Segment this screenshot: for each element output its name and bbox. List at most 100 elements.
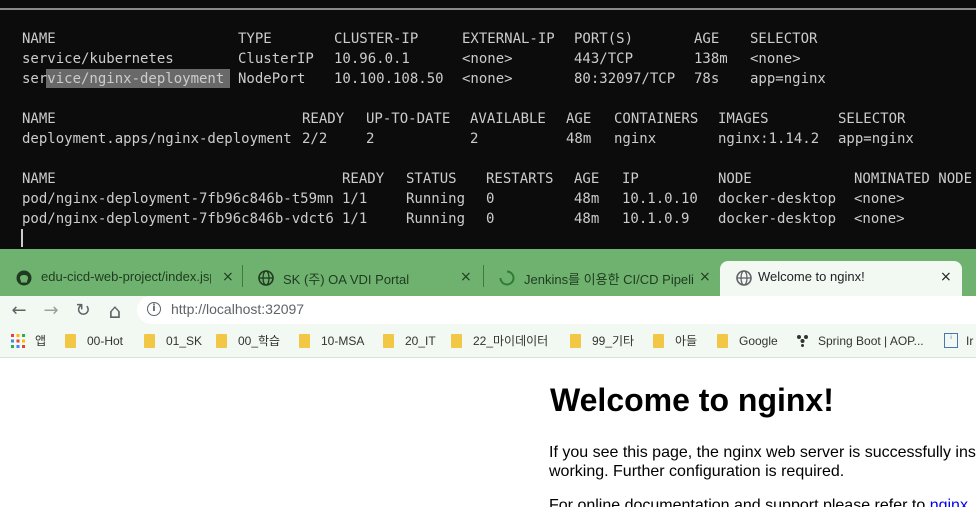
term-cell: service/kubernetes [22, 51, 174, 67]
bookmark-label: 01_SK [166, 334, 203, 348]
term-cell: 10.1.0.9 [622, 211, 690, 227]
term-cell: 48m [574, 211, 600, 227]
bookmark-label: 앱 [35, 334, 47, 348]
term-cell: deployment.apps/nginx-deployment [22, 131, 292, 147]
nginx-link[interactable]: nginx [930, 497, 968, 507]
folder-icon [451, 334, 462, 348]
paragraph-docs: For online documentation and support ple… [549, 496, 968, 507]
term-cell: READY [302, 111, 345, 127]
term-cell: <none> [462, 51, 513, 67]
info-icon[interactable]: i [147, 302, 161, 316]
loading-icon [499, 270, 515, 286]
bookmark-label: 22_마이데이터 [473, 334, 549, 348]
term-cell: SELECTOR [750, 31, 818, 47]
term-cell: READY [342, 171, 385, 187]
tab-vdi-portal[interactable]: SK (주) OA VDI Portal × [242, 261, 483, 296]
terminal-window[interactable]: NAME TYPE CLUSTER-IP EXTERNAL-IP PORT(S)… [0, 0, 976, 249]
term-cell: TYPE [238, 31, 272, 47]
term-cell: PORT(S) [574, 31, 634, 47]
terminal-row: pod/nginx-deployment-7fb96c846b-vdct6 1/… [0, 209, 976, 229]
paragraph-line: working. Further configuration is requir… [549, 463, 845, 480]
term-cell: app=nginx [750, 71, 826, 87]
terminal-row: service/nginx-deployment NodePort 10.100… [0, 69, 976, 89]
term-cell: Running [406, 211, 466, 227]
home-button[interactable]: ⌂ [103, 299, 127, 323]
tab-title: edu-cicd-web-project/index.jsp a [41, 269, 211, 284]
terminal-divider [0, 8, 976, 10]
term-cell: UP-TO-DATE [366, 111, 451, 127]
term-cell: STATUS [406, 171, 457, 187]
reload-button[interactable]: ↻ [71, 299, 95, 323]
term-cell: IMAGES [718, 111, 769, 127]
tab-jenkins[interactable]: Jenkins를 이용한 CI/CD Pipeline × [483, 261, 720, 296]
terminal-row: pod/nginx-deployment-7fb96c846b-t59mn 1/… [0, 189, 976, 209]
folder-icon [144, 334, 155, 348]
terminal-header-row: NAME READY STATUS RESTARTS AGE IP NODE N… [0, 169, 976, 189]
paragraph-text: For online documentation and support ple… [549, 497, 930, 507]
term-cell: 10.96.0.1 [334, 51, 410, 67]
page-title: Welcome to nginx! [550, 382, 834, 418]
term-cell: 48m [566, 131, 592, 147]
term-cell: EXTERNAL-IP [462, 31, 555, 47]
bookmarks-bar: 앱 00-Hot 01_SK 00_학습 10-MSA 20_IT 22_마이데… [0, 326, 976, 358]
term-cell: 10.1.0.10 [622, 191, 698, 207]
term-cell: IP [622, 171, 639, 187]
tab-nginx-active[interactable]: Welcome to nginx! × [720, 261, 962, 296]
term-cell: 78s [694, 71, 720, 87]
term-cell: 1/1 [342, 211, 368, 227]
term-cell: 0 [486, 191, 495, 207]
tab-github[interactable]: edu-cicd-web-project/index.jsp a × [0, 261, 242, 296]
bookmark-label: 99_기타 [592, 334, 635, 348]
term-cell: <none> [854, 211, 905, 227]
page-content: Welcome to nginx! If you see this page, … [0, 358, 976, 507]
term-cell: 2 [470, 131, 479, 147]
folder-icon [570, 334, 581, 348]
close-icon[interactable]: × [460, 269, 472, 285]
term-cell: pod/nginx-deployment-7fb96c846b-vdct6 [22, 211, 334, 227]
term-cell: 2/2 [302, 131, 328, 147]
term-cell: service/nginx-deployment [22, 71, 225, 87]
term-cell: RESTARTS [486, 171, 554, 187]
term-cell: NODE [718, 171, 752, 187]
close-icon[interactable]: × [940, 269, 952, 285]
tab-title: Welcome to nginx! [758, 269, 865, 284]
close-icon[interactable]: × [222, 269, 234, 285]
term-cell: ClusterIP [238, 51, 314, 67]
bookmark-label: Ir [966, 334, 974, 348]
tab-title: Jenkins를 이용한 CI/CD Pipeline [524, 272, 694, 287]
term-cell: AVAILABLE [470, 111, 546, 127]
terminal-header-row: NAME TYPE CLUSTER-IP EXTERNAL-IP PORT(S)… [0, 29, 976, 49]
url-text[interactable]: http://localhost:32097 [171, 301, 304, 317]
term-cell: AGE [694, 31, 720, 47]
forward-button[interactable]: → [39, 299, 63, 323]
back-button[interactable]: ← [7, 299, 31, 323]
apps-grid-icon [11, 334, 25, 348]
close-icon[interactable]: × [699, 269, 711, 285]
term-cell: NOMINATED NODE [854, 171, 973, 187]
folder-icon [383, 334, 394, 348]
bookmark-label: Google [739, 334, 778, 348]
term-cell: 2 [366, 131, 375, 147]
term-cell: 48m [574, 191, 600, 207]
bookmark-apps[interactable]: 앱 [11, 333, 51, 351]
term-cell: docker-desktop [718, 191, 837, 207]
address-bar[interactable]: i http://localhost:32097 [137, 296, 976, 324]
globe-icon [736, 270, 752, 286]
term-cell: CONTAINERS [614, 111, 699, 127]
spring-dots-icon [797, 335, 808, 347]
browser-toolbar: ← → ↻ ⌂ i http://localhost:32097 [0, 296, 976, 326]
term-cell: pod/nginx-deployment-7fb96c846b-t59mn [22, 191, 334, 207]
term-cell: <none> [462, 71, 513, 87]
folder-icon [717, 334, 728, 348]
term-cell: app=nginx [838, 131, 914, 147]
term-cell: NAME [22, 31, 56, 47]
term-cell: SELECTOR [838, 111, 906, 127]
github-icon [16, 270, 32, 286]
terminal-row: service/kubernetes ClusterIP 10.96.0.1 <… [0, 49, 976, 69]
terminal-header-row: NAME READY UP-TO-DATE AVAILABLE AGE CONT… [0, 109, 976, 129]
bookmark-label: 10-MSA [321, 334, 365, 348]
bookmark-label: 00_학습 [238, 334, 281, 348]
folder-icon [65, 334, 76, 348]
term-cell: Running [406, 191, 466, 207]
term-cell: 80:32097/TCP [574, 71, 676, 87]
